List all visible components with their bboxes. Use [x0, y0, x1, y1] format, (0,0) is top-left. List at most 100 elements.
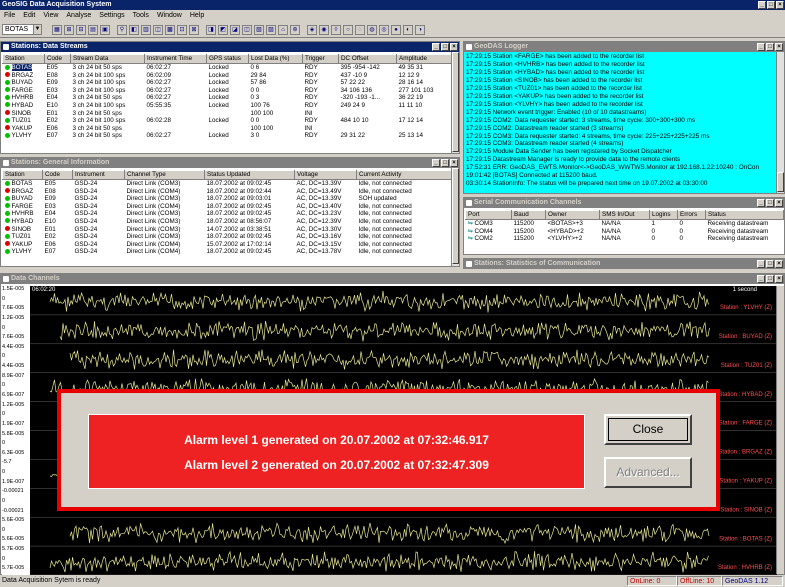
- data-channels-title-bar[interactable]: Data Channels _ □ ×: [1, 274, 784, 284]
- menu-settings[interactable]: Settings: [99, 12, 124, 19]
- table-row[interactable]: YLVHY E07 GSD-24 Direct Link (COM4) 18.07.20…: [3, 248, 453, 256]
- table-row[interactable]: SINOB E01 3 ch 24 bit 50 sps 100 100 INI: [3, 110, 453, 118]
- toolbar-tool-icon[interactable]: ◍: [367, 25, 377, 35]
- close-icon[interactable]: ×: [775, 260, 783, 268]
- table-row[interactable]: TUZ01 E02 GSD-24 Direct Link (COM3) 18.07.20…: [3, 233, 453, 241]
- minimize-icon[interactable]: _: [432, 159, 440, 167]
- toolbar-tool-icon[interactable]: ◫: [153, 25, 163, 35]
- menu-view[interactable]: View: [43, 12, 58, 19]
- toolbar-tool-icon[interactable]: ◊: [331, 25, 341, 35]
- toolbar-tool-icon[interactable]: ●: [391, 25, 401, 35]
- table-row[interactable]: HYBAD E10 GSD-24 Direct Link (COM3) 18.07.20…: [3, 218, 453, 226]
- close-icon[interactable]: ×: [450, 159, 458, 167]
- toolbar-tool-icon[interactable]: ▦: [52, 25, 62, 35]
- table-row[interactable]: YLVHY E07 3 ch 24 bit 50 sps 06:02:27 Locked…: [3, 132, 453, 140]
- toolbar-tool-icon[interactable]: ⊡: [177, 25, 187, 35]
- logger-title-bar[interactable]: GeoDAS Logger _ □ ×: [464, 42, 784, 52]
- toolbar-tool-icon[interactable]: ◨: [206, 25, 216, 35]
- column-header[interactable]: Station: [2, 170, 43, 180]
- table-row[interactable]: ⇋ COM3 115200 <BOTAS>+3 NA/NA 1 0 Receiving da…: [466, 220, 784, 228]
- logger-scrollbar[interactable]: [776, 52, 784, 193]
- minimize-icon[interactable]: _: [757, 43, 765, 51]
- column-header[interactable]: Errors: [677, 210, 706, 220]
- table-row[interactable]: BUYAD E09 GSD-24 Direct Link (COM3) 18.07.20…: [3, 195, 453, 203]
- general-info-scrollbar[interactable]: [451, 168, 459, 266]
- toolbar-tool-icon[interactable]: ▧: [254, 25, 264, 35]
- close-icon[interactable]: ×: [450, 43, 458, 51]
- table-row[interactable]: BRGAZ E08 GSD-24 Direct Link (COM4) 18.07.20…: [3, 188, 453, 196]
- scroll-thumb[interactable]: [452, 52, 459, 152]
- column-header[interactable]: Logins: [649, 210, 678, 220]
- table-row[interactable]: FARGE E03 3 ch 24 bit 100 sps 06:02:27 Locke…: [3, 87, 453, 95]
- column-header[interactable]: DC Offset: [338, 54, 397, 64]
- table-row[interactable]: BOTAS E05 GSD-24 Direct Link (COM3) 18.07.20…: [3, 180, 453, 188]
- toolbar-tool-icon[interactable]: ▤: [88, 25, 98, 35]
- toolbar-tool-icon[interactable]: ▣: [100, 25, 110, 35]
- toolbar-tool-icon[interactable]: ◩: [218, 25, 228, 35]
- table-row[interactable]: HVHRB E04 3 ch 24 bit 50 sps 06:02:27 Locked…: [3, 94, 453, 102]
- column-header[interactable]: Status Updated: [204, 170, 295, 180]
- column-header[interactable]: Owner: [545, 210, 600, 220]
- table-row[interactable]: SINOB E01 GSD-24 Direct Link (COM3) 14.07.20…: [3, 226, 453, 234]
- column-header[interactable]: Amplitude: [396, 54, 453, 64]
- toolbar-tool-icon[interactable]: ◌: [355, 25, 365, 35]
- advanced-button[interactable]: Advanced...: [604, 457, 692, 488]
- stats-title-bar[interactable]: Stations: Statistics of Communication _ □…: [464, 259, 784, 269]
- scroll-thumb[interactable]: [777, 172, 784, 192]
- menu-help[interactable]: Help: [190, 12, 204, 19]
- table-row[interactable]: BRGAZ E08 3 ch 24 bit 100 sps 06:02:09 Locke…: [3, 72, 453, 80]
- minimize-icon[interactable]: _: [758, 1, 766, 9]
- close-button[interactable]: Close: [604, 414, 692, 445]
- column-header[interactable]: Station: [2, 54, 45, 64]
- menu-window[interactable]: Window: [157, 12, 182, 19]
- column-header[interactable]: Code: [44, 54, 71, 64]
- menu-tools[interactable]: Tools: [133, 12, 149, 19]
- column-header[interactable]: Current Activity: [356, 170, 453, 180]
- column-header[interactable]: Trigger: [302, 54, 339, 64]
- toolbar-tool-icon[interactable]: ▩: [165, 25, 175, 35]
- column-header[interactable]: Instrument Time: [144, 54, 207, 64]
- minimize-icon[interactable]: _: [757, 199, 765, 207]
- maximize-icon[interactable]: □: [441, 159, 449, 167]
- column-header[interactable]: Instrument: [72, 170, 125, 180]
- toolbar-tool-icon[interactable]: ⊞: [64, 25, 74, 35]
- close-icon[interactable]: ×: [775, 43, 783, 51]
- close-icon[interactable]: ×: [775, 199, 783, 207]
- chevron-down-icon[interactable]: ▼: [33, 25, 41, 34]
- column-header[interactable]: Channel Type: [124, 170, 205, 180]
- menu-file[interactable]: File: [4, 12, 15, 19]
- toolbar-tool-icon[interactable]: ◧: [129, 25, 139, 35]
- toolbar-tool-icon[interactable]: ○: [343, 25, 353, 35]
- maximize-icon[interactable]: □: [766, 43, 774, 51]
- data-channels-scrollbar[interactable]: [776, 286, 784, 574]
- column-header[interactable]: Lost Data (%): [248, 54, 303, 64]
- toolbar-tool-icon[interactable]: ◈: [307, 25, 317, 35]
- table-row[interactable]: ⇋ COM2 115200 <YLVHY>+2 NA/NA 0 0 Receiving da…: [466, 235, 784, 243]
- table-row[interactable]: BUYAD E09 3 ch 24 bit 100 sps 06:02:27 Locke…: [3, 79, 453, 87]
- station-select[interactable]: BOTAS ▼: [2, 24, 42, 35]
- column-header[interactable]: Baud: [511, 210, 546, 220]
- column-header[interactable]: Status: [705, 210, 784, 220]
- column-header[interactable]: Code: [42, 170, 73, 180]
- maximize-icon[interactable]: □: [766, 199, 774, 207]
- toolbar-tool-icon[interactable]: ◪: [230, 25, 240, 35]
- logger-text[interactable]: 17:29:15 Station <FARGE> has been added …: [465, 53, 776, 192]
- toolbar-tool-icon[interactable]: ◎: [379, 25, 389, 35]
- table-row[interactable]: HYBAD E10 3 ch 24 bit 100 sps 05:55:35 Locke…: [3, 102, 453, 110]
- minimize-icon[interactable]: _: [757, 275, 765, 283]
- maximize-icon[interactable]: □: [441, 43, 449, 51]
- toolbar-tool-icon[interactable]: ⊠: [189, 25, 199, 35]
- table-row[interactable]: FARGE E03 GSD-24 Direct Link (COM4) 18.07.20…: [3, 203, 453, 211]
- column-header[interactable]: Port: [465, 210, 512, 220]
- toolbar-tool-icon[interactable]: ◑: [415, 25, 425, 35]
- toolbar-tool-icon[interactable]: ▥: [141, 25, 151, 35]
- column-header[interactable]: GPS status: [206, 54, 249, 64]
- toolbar-tool-icon[interactable]: ⚲: [117, 25, 127, 35]
- general-info-title-bar[interactable]: Stations: General Information _ □ ×: [1, 158, 459, 168]
- column-header[interactable]: Voltage: [294, 170, 357, 180]
- toolbar-tool-icon[interactable]: ⊟: [76, 25, 86, 35]
- toolbar-tool-icon[interactable]: ▨: [266, 25, 276, 35]
- toolbar-tool-icon[interactable]: ◉: [319, 25, 329, 35]
- menu-analyse[interactable]: Analyse: [66, 12, 91, 19]
- table-row[interactable]: TUZ01 E02 3 ch 24 bit 100 sps 06:02:28 Locke…: [3, 117, 453, 125]
